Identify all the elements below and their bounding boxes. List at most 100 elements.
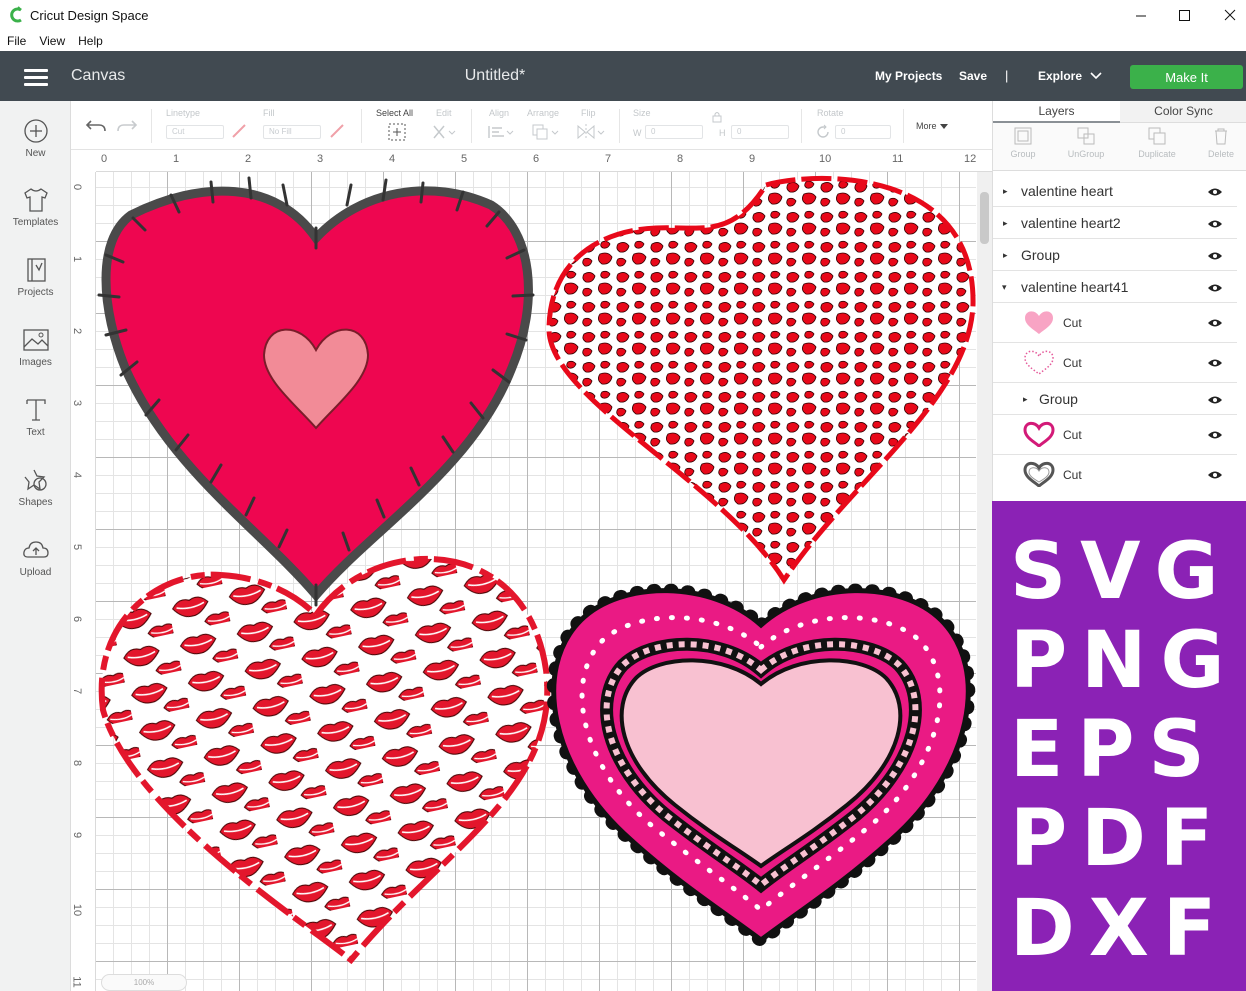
caret-right-icon[interactable]: ▸ [1023, 394, 1028, 405]
app-window: Cricut Design Space File View Help Canva… [0, 0, 1246, 991]
eye-icon[interactable] [1207, 251, 1223, 261]
toolbar-divider [801, 109, 802, 143]
menu-bar: File View Help [0, 31, 1246, 51]
undo-icon[interactable] [85, 116, 107, 134]
eye-icon[interactable] [1207, 395, 1223, 405]
align-icon[interactable] [487, 124, 515, 140]
sublayer-row[interactable]: Cut [993, 303, 1237, 343]
sidebar-item-images[interactable]: Images [0, 327, 71, 368]
height-input[interactable]: 0 [731, 125, 789, 139]
eye-icon[interactable] [1207, 283, 1223, 293]
sidebar-label: Shapes [18, 497, 53, 508]
caret-right-icon[interactable]: ▸ [1003, 250, 1008, 261]
sidebar-item-templates[interactable]: Templates [0, 187, 71, 228]
tool-label: Duplicate [1138, 149, 1176, 159]
sidebar-label: Images [19, 357, 52, 368]
minimize-icon [1135, 15, 1146, 16]
tab-color-sync[interactable]: Color Sync [1120, 101, 1246, 123]
projects-icon [26, 258, 46, 282]
sublayer-row[interactable]: ▸ Group [993, 383, 1237, 415]
menu-file[interactable]: File [7, 34, 26, 48]
select-all-label: Select All [376, 108, 414, 118]
layer-row[interactable]: ▾ valentine heart41 [993, 271, 1237, 303]
minimize-button[interactable] [1118, 2, 1164, 28]
scalloped-heart-artwork[interactable] [546, 583, 976, 949]
duplicate-button[interactable]: Duplicate [1127, 127, 1187, 159]
layer-name: Group [1021, 247, 1060, 263]
images-icon [22, 329, 49, 351]
layer-row[interactable]: ▸ valentine heart [993, 175, 1237, 207]
layer-tools: Group UnGroup Duplicate Delete [993, 123, 1246, 171]
ungroup-button[interactable]: UnGroup [1056, 127, 1116, 159]
caret-right-icon[interactable]: ▸ [1003, 186, 1008, 197]
sidebar-item-new[interactable]: New [0, 118, 71, 159]
sublayer-name: Cut [1063, 356, 1082, 370]
fill-select[interactable]: No Fill [263, 125, 321, 139]
dotted-heart-thumb [1024, 350, 1054, 375]
sidebar-label: Templates [12, 217, 59, 228]
tool-label: Group [1010, 149, 1036, 159]
explore-dropdown[interactable]: Explore [1038, 69, 1082, 83]
tab-layers[interactable]: Layers [993, 101, 1120, 123]
group-button[interactable]: Group [993, 127, 1053, 159]
tool-label: Delete [1207, 149, 1234, 159]
edit-label: Edit [436, 108, 452, 118]
format-label: DXF [1010, 884, 1231, 974]
width-input[interactable]: 0 [645, 125, 703, 139]
caret-down-icon[interactable]: ▾ [1002, 282, 1007, 293]
sidebar-item-text[interactable]: Text [0, 397, 71, 438]
pink-heart-thumb [1025, 311, 1053, 334]
magenta-outline-heart-thumb [1023, 421, 1055, 447]
eye-icon[interactable] [1207, 470, 1223, 480]
make-it-button[interactable]: Make It [1130, 65, 1243, 89]
design-canvas[interactable]: 0 1 2 3 4 5 6 7 8 9 10 11 12 0 1 2 3 4 5… [71, 150, 992, 991]
stitched-heart-artwork[interactable] [97, 176, 535, 607]
linetype-color-icon[interactable] [231, 123, 247, 139]
menu-help[interactable]: Help [78, 34, 103, 48]
sidebar-label: Text [26, 427, 45, 438]
select-all-icon[interactable] [388, 123, 406, 141]
leopard-heart-artwork[interactable] [541, 170, 981, 590]
toolbar-divider [471, 109, 472, 143]
lock-icon[interactable] [711, 111, 723, 123]
window-title: Cricut Design Space [30, 8, 149, 23]
layer-name: valentine heart41 [1021, 279, 1129, 295]
toolbar-divider [903, 109, 904, 143]
tool-label: UnGroup [1067, 149, 1105, 159]
format-label: EPS [1010, 705, 1219, 795]
my-projects-link[interactable]: My Projects [875, 69, 942, 83]
edit-icon[interactable] [431, 123, 457, 141]
cricut-logo-icon [10, 6, 22, 23]
fill-color-icon[interactable] [329, 123, 345, 139]
layer-row[interactable]: ▸ Group [993, 239, 1237, 271]
file-formats-banner: SVG PNG EPS PDF DXF [992, 501, 1246, 991]
menu-view[interactable]: View [39, 34, 65, 48]
eye-icon[interactable] [1207, 219, 1223, 229]
eye-icon[interactable] [1207, 187, 1223, 197]
save-link[interactable]: Save [959, 69, 987, 83]
eye-icon[interactable] [1207, 430, 1223, 440]
maximize-button[interactable] [1161, 2, 1207, 28]
sidebar-item-projects[interactable]: Projects [0, 257, 71, 298]
layer-row[interactable]: ▸ valentine heart2 [993, 207, 1237, 239]
lips-heart-artwork[interactable] [96, 530, 556, 970]
eye-icon[interactable] [1207, 318, 1223, 328]
flip-icon[interactable] [576, 123, 606, 141]
redo-icon[interactable] [116, 116, 138, 134]
linetype-select[interactable]: Cut [166, 125, 224, 139]
sublayer-row[interactable]: Cut [993, 455, 1237, 495]
arrange-icon[interactable] [531, 123, 561, 141]
sidebar-item-upload[interactable]: Upload [0, 537, 71, 578]
caret-right-icon[interactable]: ▸ [1003, 218, 1008, 229]
eye-icon[interactable] [1207, 358, 1223, 368]
rotate-input[interactable]: 0 [835, 125, 891, 139]
sublayer-row[interactable]: Cut [993, 415, 1237, 455]
close-button[interactable] [1207, 2, 1246, 28]
sidebar-item-shapes[interactable]: Shapes [0, 467, 71, 508]
close-icon [1224, 9, 1236, 21]
chevron-down-icon [1090, 72, 1102, 80]
more-button[interactable]: More [916, 121, 937, 131]
sublayer-row[interactable]: Cut [993, 343, 1237, 383]
delete-button[interactable]: Delete [1191, 127, 1246, 159]
group-icon [1014, 127, 1032, 145]
